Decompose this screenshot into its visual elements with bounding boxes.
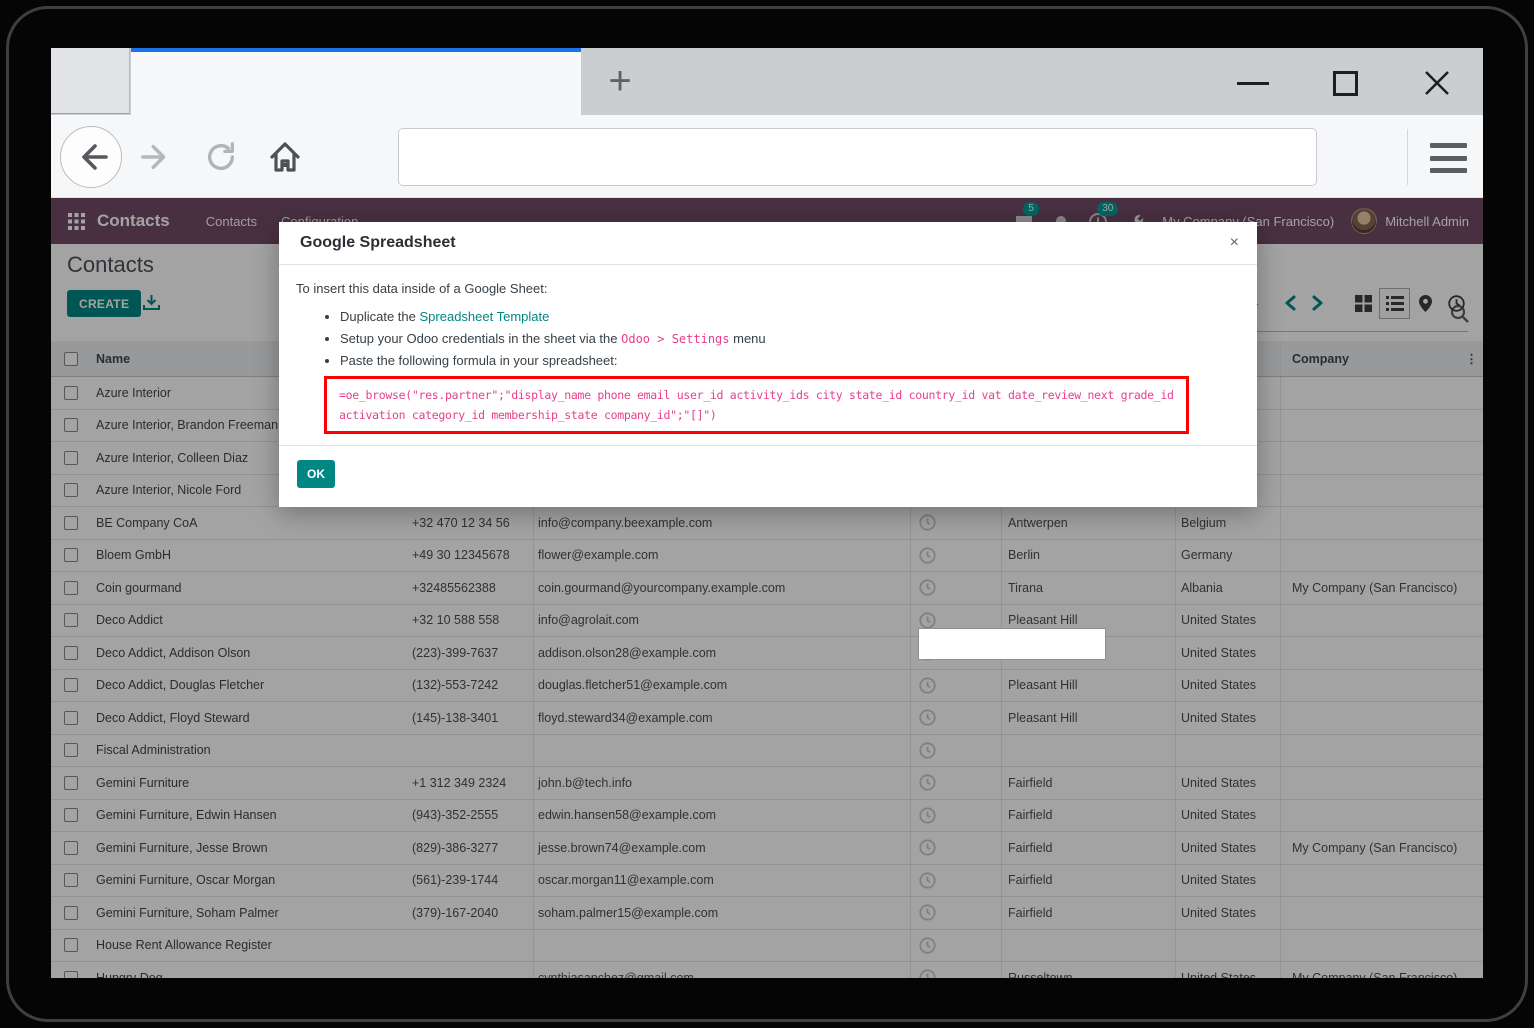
step-paste-formula: Paste the following formula in your spre… — [340, 353, 1236, 368]
dialog-intro: To insert this data inside of a Google S… — [296, 281, 1236, 296]
home-button[interactable] — [263, 135, 307, 179]
url-input[interactable] — [398, 128, 1317, 186]
screen: + — [0, 0, 1534, 1028]
home-icon — [267, 139, 303, 175]
toolbar-divider — [1407, 129, 1408, 185]
dialog-close-button[interactable]: × — [1230, 235, 1239, 251]
minimize-button[interactable] — [1231, 68, 1275, 98]
forward-button[interactable] — [135, 135, 179, 179]
browser-toolbar — [51, 115, 1483, 198]
step-credentials: Setup your Odoo credentials in the sheet… — [340, 331, 1236, 346]
tab-stub[interactable] — [51, 48, 130, 114]
odoo-settings-path: Odoo > Settings — [621, 332, 729, 346]
back-icon — [73, 139, 109, 175]
ok-button[interactable]: OK — [297, 460, 335, 488]
active-tab[interactable] — [131, 48, 581, 115]
step-duplicate: Duplicate the Spreadsheet Template — [340, 309, 1236, 324]
menu-button[interactable] — [1427, 141, 1471, 175]
spreadsheet-template-link[interactable]: Spreadsheet Template — [420, 309, 550, 324]
dialog-title: Google Spreadsheet — [300, 234, 456, 252]
minimize-icon — [1237, 82, 1269, 85]
maximize-button[interactable] — [1323, 68, 1367, 98]
reload-button[interactable] — [199, 135, 243, 179]
close-icon — [1422, 68, 1452, 98]
dialog-steps: Duplicate the Spreadsheet Template Setup… — [296, 309, 1236, 368]
floating-input-box[interactable] — [918, 628, 1106, 660]
back-button[interactable] — [60, 126, 122, 188]
formula-code-box: =oe_browse("res.partner";"display_name p… — [324, 376, 1189, 434]
tab-strip: + — [51, 48, 1483, 115]
google-spreadsheet-dialog: Google Spreadsheet × To insert this data… — [279, 222, 1257, 507]
forward-icon — [140, 140, 174, 174]
reload-icon — [204, 140, 238, 174]
close-window-button[interactable] — [1415, 68, 1459, 98]
new-tab-button[interactable]: + — [597, 58, 643, 104]
maximize-icon — [1333, 71, 1358, 96]
tab-accent-line — [131, 48, 581, 52]
browser-window: + — [51, 48, 1483, 978]
menu-icon — [1430, 143, 1467, 148]
